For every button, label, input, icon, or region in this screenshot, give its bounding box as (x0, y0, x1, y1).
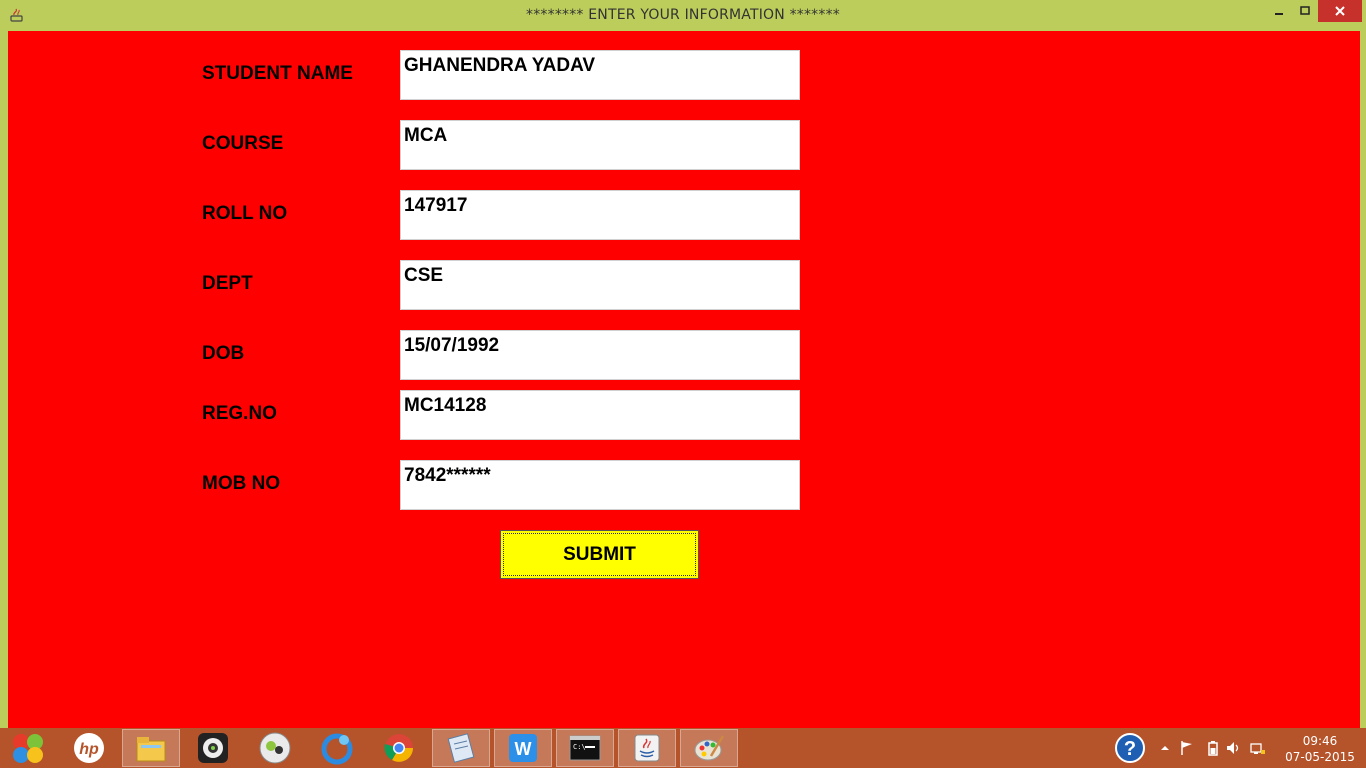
taskbar-hp[interactable]: hp (60, 729, 118, 767)
svg-text:W: W (515, 739, 532, 759)
dob-field[interactable]: 15/07/1992 (400, 330, 800, 380)
volume-icon[interactable] (1226, 740, 1242, 756)
taskbar-paint[interactable] (680, 729, 738, 767)
wps-writer-icon: W (509, 734, 537, 762)
label-roll-no: ROLL NO (202, 203, 288, 224)
window-title: ******** ENTER YOUR INFORMATION ******* (526, 7, 840, 23)
taskbar-file-explorer[interactable] (122, 729, 180, 767)
show-hidden-icons-icon[interactable] (1160, 743, 1170, 753)
reg-no-field[interactable]: MC14128 (400, 390, 800, 440)
close-icon (1335, 6, 1345, 16)
taskbar-notepad[interactable] (432, 729, 490, 767)
webcam-icon (198, 733, 228, 763)
taskbar-command-prompt[interactable]: C:\ (556, 729, 614, 767)
file-explorer-icon (136, 737, 166, 762)
taskbar-wps-writer[interactable]: W (494, 729, 552, 767)
label-mob-no: MOB NO (202, 473, 281, 494)
help-icon[interactable]: ? (1114, 732, 1146, 764)
clock-date: 07-05-2015 (1285, 750, 1355, 764)
system-tray: ? (1114, 728, 1266, 768)
paint-icon (694, 735, 725, 761)
notepad-icon (447, 733, 475, 763)
svg-text:hp: hp (79, 741, 99, 758)
label-student-name: STUDENT NAME (202, 63, 353, 84)
label-dept: DEPT (202, 273, 253, 294)
taskbar-clock[interactable]: 09:46 07-05-2015 (1282, 733, 1358, 765)
clock-time: 09:46 (1302, 734, 1338, 748)
network-icon[interactable] (1250, 740, 1266, 756)
battery-icon[interactable] (1208, 740, 1218, 756)
dept-field[interactable]: CSE (400, 260, 800, 310)
taskbar-media-player[interactable] (246, 729, 304, 767)
taskbar-browser-blue[interactable] (308, 729, 366, 767)
close-button[interactable] (1318, 0, 1362, 22)
maximize-button[interactable] (1292, 0, 1318, 22)
hp-icon: hp (74, 733, 104, 763)
start-button[interactable] (0, 729, 56, 767)
taskbar-java[interactable] (618, 729, 676, 767)
label-reg-no: REG.NO (202, 403, 277, 424)
course-field[interactable]: MCA (400, 120, 800, 170)
svg-text:C:\: C:\ (573, 743, 586, 751)
app-window: ******** ENTER YOUR INFORMATION ******* … (0, 0, 1366, 728)
taskbar-chrome[interactable] (370, 729, 428, 767)
taskbar: hp W C:\ ? 09:46 07-05-2015 (0, 728, 1366, 768)
label-course: COURSE (202, 133, 284, 154)
title-bar[interactable]: ******** ENTER YOUR INFORMATION ******* (0, 0, 1366, 31)
action-center-flag-icon[interactable] (1180, 740, 1194, 756)
windows-start-icon (13, 734, 43, 763)
form-panel: STUDENT NAME GHANENDRA YADAV COURSE MCA … (8, 31, 1360, 728)
minimize-button[interactable] (1266, 0, 1292, 22)
mob-no-field[interactable]: 7842****** (400, 460, 800, 510)
svg-text:?: ? (1124, 738, 1136, 760)
command-prompt-icon: C:\ (569, 735, 601, 761)
roll-no-field[interactable]: 147917 (400, 190, 800, 240)
chrome-icon (384, 734, 413, 762)
student-name-field[interactable]: GHANENDRA YADAV (400, 50, 800, 100)
java-icon (634, 734, 660, 762)
submit-button[interactable]: SUBMIT (500, 530, 699, 579)
label-dob: DOB (202, 343, 245, 364)
media-player-icon (259, 732, 291, 764)
taskbar-webcam[interactable] (184, 729, 242, 767)
browser-blue-icon (321, 733, 353, 765)
